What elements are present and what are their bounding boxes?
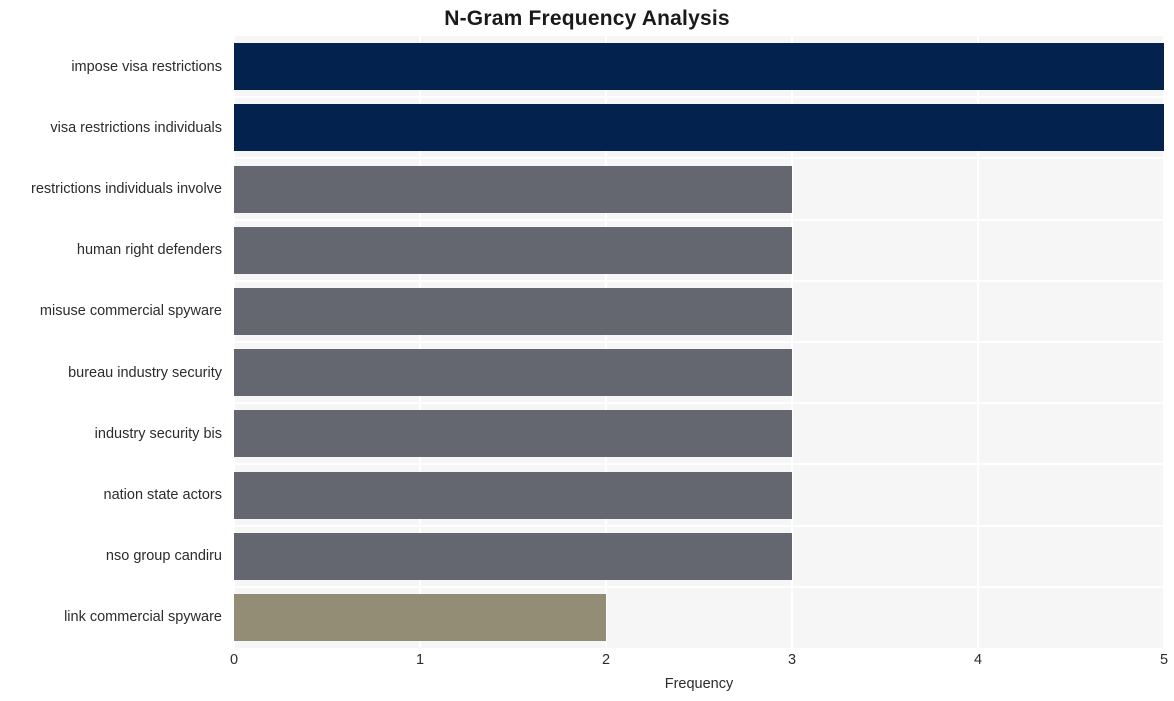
chart-container: N-Gram Frequency Analysis impose visa re…	[0, 0, 1174, 701]
y-axis-tick-label: restrictions individuals involve	[31, 181, 222, 197]
bar	[234, 287, 792, 335]
bar	[234, 104, 1164, 152]
y-axis-tick-label: misuse commercial spyware	[39, 303, 222, 320]
y-axis-tick-label: human right defenders	[76, 242, 222, 259]
x-axis-tick-label: 0	[229, 652, 239, 668]
y-axis-tick-label: bureau industry security	[68, 364, 222, 381]
bar	[234, 471, 792, 519]
bar	[234, 43, 1164, 91]
y-axis-tick-label: impose visa restrictions	[71, 58, 222, 75]
x-axis-tick-label: 1	[415, 652, 425, 668]
y-axis-tick-label: nso group candiru	[105, 548, 222, 565]
y-axis-tick-label: link commercial spyware	[64, 609, 222, 626]
x-axis-tick-label: 5	[1159, 652, 1169, 668]
bar	[234, 349, 792, 397]
x-axis-tick-label: 3	[787, 652, 797, 668]
bar	[234, 165, 792, 213]
x-axis-ticks: 0 1 2 3 4 5	[230, 651, 1168, 673]
bar	[234, 593, 606, 641]
y-axis-tick-label: nation state actors	[103, 487, 223, 503]
y-axis-tick-label: visa restrictions individuals	[50, 119, 222, 136]
bar	[234, 226, 792, 274]
chart-title: N-Gram Frequency Analysis	[444, 7, 730, 30]
bar	[234, 410, 792, 458]
x-axis-tick-label: 4	[973, 652, 983, 668]
x-axis-title: Frequency	[664, 676, 734, 692]
x-axis-tick-label: 2	[601, 652, 611, 668]
bar	[234, 532, 792, 580]
y-axis-tick-label: industry security bis	[94, 425, 222, 442]
bars-layer	[234, 36, 1164, 648]
y-axis-labels: impose visa restrictions visa restriction…	[0, 36, 228, 648]
